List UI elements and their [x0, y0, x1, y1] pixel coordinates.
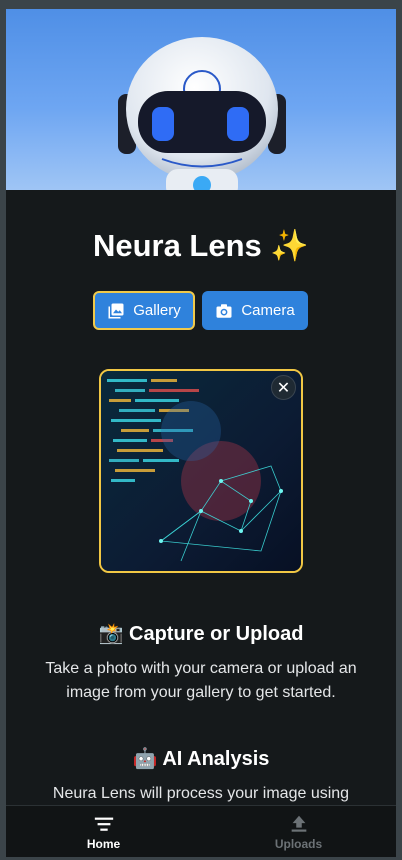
- section-ai-title: 🤖 AI Analysis: [6, 746, 396, 771]
- app-title: Neura Lens ✨: [6, 227, 396, 264]
- upload-icon: [291, 815, 306, 832]
- app-screen: Neura Lens ✨ Gallery Camera ✕ 📸 Capture …: [6, 9, 396, 857]
- remove-image-button[interactable]: ✕: [271, 375, 296, 400]
- preview-code-image: [101, 371, 301, 571]
- section-ai-text: Neura Lens will process your image using: [52, 785, 350, 802]
- nav-home[interactable]: Home: [6, 806, 201, 857]
- close-icon: ✕: [276, 379, 291, 397]
- image-gallery-icon: [108, 303, 124, 318]
- gallery-button-label: Gallery: [133, 302, 181, 319]
- robot-icon: 🤖: [132, 746, 158, 770]
- section-capture-title: 📸 Capture or Upload: [6, 621, 396, 646]
- section-capture-text: Take a photo with your camera or upload …: [45, 660, 357, 701]
- app-title-text: Neura Lens: [92, 228, 262, 263]
- bottom-navigation: Home Uploads: [6, 805, 396, 857]
- nav-home-label: Home: [86, 837, 121, 851]
- camera-button-label: Camera: [241, 302, 295, 319]
- robot-illustration: [118, 37, 286, 190]
- nav-uploads-label: Uploads: [274, 837, 323, 851]
- image-preview: [99, 369, 303, 573]
- sparkles-icon: ✨: [270, 228, 310, 264]
- section-capture-heading: Capture or Upload: [129, 623, 304, 645]
- section-ai-heading: AI Analysis: [162, 748, 270, 770]
- hero-robot-image: [6, 9, 396, 190]
- camera-flash-icon: 📸: [98, 621, 124, 645]
- gallery-button[interactable]: Gallery: [93, 291, 195, 330]
- camera-icon: [216, 303, 232, 318]
- camera-button[interactable]: Camera: [202, 291, 308, 330]
- menu-lines-icon: [94, 817, 113, 831]
- nav-uploads[interactable]: Uploads: [201, 806, 396, 857]
